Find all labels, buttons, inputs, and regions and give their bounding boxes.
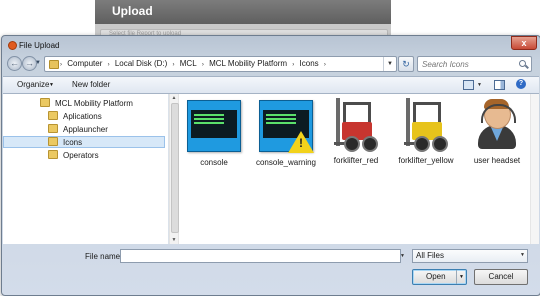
tree-item-applauncher[interactable]: Applauncher [48,124,108,136]
folder-icon [40,98,50,107]
file-item-forklifter-yellow[interactable]: forklifter_yellow [393,98,459,165]
open-button-label: Open [426,272,446,281]
window-title: File Upload [19,41,60,50]
new-folder-button[interactable]: New folder [72,80,110,89]
search-input[interactable] [418,57,517,71]
breadcrumb-item[interactable]: MCL [180,59,197,68]
breadcrumb-separator: › [172,62,175,68]
scrollbar-thumb[interactable] [171,103,179,233]
breadcrumb-separator: › [292,62,295,68]
file-name-label: File name: [85,252,123,261]
background-page-header: Upload [95,0,391,24]
folder-icon [48,150,58,159]
folder-icon [49,60,59,69]
scroll-down-arrow-icon[interactable]: ▼ [171,237,177,243]
navigation-scrollbar[interactable]: ▲ ▼ [169,94,179,244]
title-bar: File Upload x [2,36,540,54]
tree-item-label: MCL Mobility Platform [55,99,133,108]
file-label: console [200,158,228,167]
organize-button[interactable]: Organize [17,80,49,89]
forklift-yellow-icon [404,98,448,152]
file-label: console_warning [255,158,317,167]
file-label: forklifter_yellow [398,156,454,165]
scroll-up-arrow-icon[interactable]: ▲ [171,95,177,101]
file-type-value: All Files [416,251,445,260]
tree-item-aplications[interactable]: Aplications [48,111,102,123]
user-headset-icon [475,98,519,150]
breadcrumb: › Computer › Local Disk (D:) › MCL › MCL… [60,59,329,68]
folder-icon [48,137,58,146]
tree-item-operators[interactable]: Operators [48,150,99,162]
tree-item-label: Icons [63,138,83,147]
file-name-dropdown-icon[interactable]: ▼ [400,250,408,262]
tree-item-label: Operators [63,151,99,160]
breadcrumb-item[interactable]: Icons [300,59,319,68]
breadcrumb-item[interactable]: Local Disk (D:) [115,59,167,68]
preview-pane-icon[interactable] [494,80,505,90]
background-page-title: Upload [112,4,153,18]
breadcrumb-separator: › [201,62,204,68]
file-item-forklifter-red[interactable]: forklifter_red [323,98,389,165]
folder-icon [48,111,58,120]
console-warning-icon: ! [259,100,314,153]
console-icon [187,100,241,152]
address-dropdown-icon[interactable]: ▼ [383,57,396,71]
file-list: console ! console_warning forklifter_red… [179,94,537,244]
recent-locations-dropdown-icon[interactable]: ▼ [35,60,41,66]
close-button[interactable]: x [511,36,537,50]
file-item-console-warning[interactable]: ! console_warning [253,100,319,167]
view-dropdown-icon[interactable]: ▼ [477,82,482,88]
search-box[interactable] [417,56,532,72]
file-item-user-headset[interactable]: user headset [464,98,530,165]
file-label: user headset [473,156,521,165]
refresh-button[interactable]: ↻ [398,56,414,72]
organize-dropdown-icon[interactable]: ▼ [49,82,54,88]
breadcrumb-separator: › [323,62,326,68]
change-view-icon[interactable] [463,80,474,90]
file-list-scrollbar[interactable] [530,94,539,244]
file-upload-dialog: File Upload x ← → ▼ › Computer › Local D… [1,35,540,296]
tree-item-label: Aplications [63,112,102,121]
cancel-button[interactable]: Cancel [474,269,528,285]
tree-item-icons[interactable]: Icons [3,136,165,148]
breadcrumb-item[interactable]: Computer [67,59,102,68]
tree-item-label: Applauncher [63,125,108,134]
command-toolbar: Organize ▼ New folder ▼ ? [3,76,539,94]
breadcrumb-separator: › [107,62,110,68]
file-label: forklifter_red [333,156,379,165]
search-icon[interactable] [519,60,526,67]
back-button[interactable]: ← [7,56,22,71]
file-name-input[interactable] [120,249,401,263]
breadcrumb-item[interactable]: MCL Mobility Platform [209,59,287,68]
open-button[interactable]: Open ▼ [412,269,467,285]
navigation-pane: MCL Mobility Platform Aplications Applau… [3,94,169,244]
file-type-select[interactable]: All Files ▼ [412,249,528,263]
file-item-console[interactable]: console [181,100,247,167]
tree-item-mcl-mobility-platform[interactable]: MCL Mobility Platform [40,98,133,110]
breadcrumb-separator: › [60,62,62,68]
address-bar[interactable]: › Computer › Local Disk (D:) › MCL › MCL… [44,56,397,72]
firefox-icon [8,41,17,50]
folder-icon [48,124,58,133]
forklift-red-icon [334,98,378,152]
help-icon[interactable]: ? [516,79,526,89]
chevron-down-icon[interactable]: ▼ [520,252,525,258]
open-options-dropdown-icon[interactable]: ▼ [456,270,466,284]
